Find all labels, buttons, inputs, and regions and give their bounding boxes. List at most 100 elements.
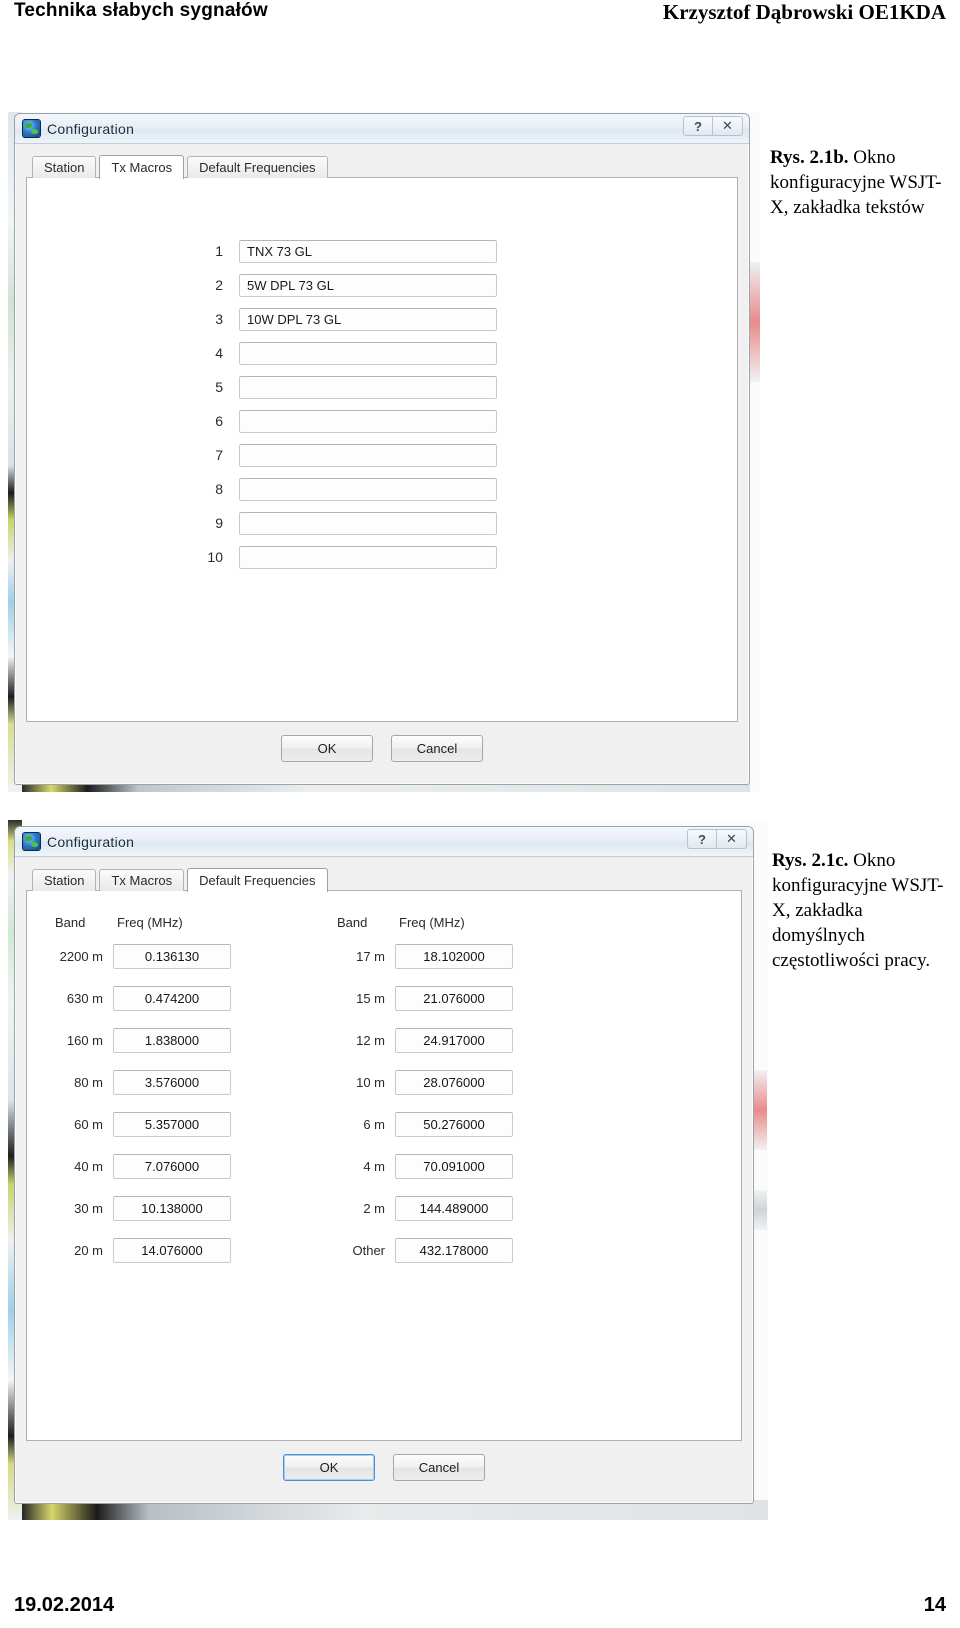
macro-index: 6 [215,413,223,429]
dialog2-tabstrip[interactable]: Station Tx Macros Default Frequencies [26,867,742,892]
band-label: 160 m [66,1032,103,1048]
page-footer: 19.02.2014 14 [0,1590,960,1620]
macro-input-5[interactable] [239,375,497,399]
band-label: 20 m [74,1242,103,1258]
dialog1-title: Configuration [47,120,135,137]
frequency-column-left-header: Band Freq (MHz) [55,909,233,935]
band-label: 40 m [74,1158,103,1174]
dialog1-button-bar: OK Cancel [26,722,738,774]
freq-input-6m[interactable]: 50.276000 [395,1111,513,1137]
band-label: 2200 m [59,948,103,964]
freq-input-15m[interactable]: 21.076000 [395,985,513,1011]
tab-station[interactable]: Station [32,156,97,178]
macro-index: 5 [215,379,223,395]
band-label: 30 m [74,1200,103,1216]
freq-input-40m[interactable]: 7.076000 [113,1153,231,1179]
freq-input-30m[interactable]: 10.138000 [113,1195,231,1221]
dialog2-titlebar-buttons[interactable]: ? ✕ [687,829,747,849]
freq-input-12m[interactable]: 24.917000 [395,1027,513,1053]
frequency-column-right: Band Freq (MHz) 17 m 18.102000 15 m 21.0… [337,909,515,1271]
macro-row: 5 [205,370,497,404]
figure-caption-1-ref: Rys. 2.1b. [770,147,849,168]
footer-date: 19.02.2014 [14,1593,115,1616]
table-row: Other 432.178000 [337,1229,515,1271]
freq-input-17m[interactable]: 18.102000 [395,943,513,969]
band-label: 12 m [356,1032,385,1048]
table-row: 630 m 0.474200 [55,977,233,1019]
dialog1-titlebar-buttons[interactable]: ? ✕ [683,116,743,136]
page-header: Technika słabych sygnałów Krzysztof Dąbr… [0,0,960,34]
macro-input-1[interactable]: TNX 73 GL [239,239,497,263]
dialog1-body: Station Tx Macros Default Frequencies 1 … [15,144,749,784]
footer-page-number: 14 [923,1593,946,1616]
tab-default-frequencies[interactable]: Default Frequencies [187,156,328,178]
freq-input-2200m[interactable]: 0.136130 [113,943,231,969]
macro-row: 6 [205,404,497,438]
table-row: 17 m 18.102000 [337,935,515,977]
figure-caption-2-ref: Rys. 2.1c. [772,850,849,871]
scan-right-noise-3 [754,1190,767,1230]
table-row: 80 m 3.576000 [55,1061,233,1103]
table-row: 40 m 7.076000 [55,1145,233,1187]
band-header: Band [55,914,86,930]
ok-button[interactable]: OK [281,734,373,762]
macro-input-4[interactable] [239,341,497,365]
help-icon[interactable]: ? [683,116,713,136]
tab-tx-macros[interactable]: Tx Macros [99,155,185,179]
table-row: 160 m 1.838000 [55,1019,233,1061]
freq-input-630m[interactable]: 0.474200 [113,985,231,1011]
close-icon[interactable]: ✕ [713,116,743,136]
close-icon[interactable]: ✕ [717,829,747,849]
macro-input-8[interactable] [239,477,497,501]
default-frequencies-panel: Band Freq (MHz) 2200 m 0.136130 630 m 0.… [26,890,742,1441]
tab-tx-macros[interactable]: Tx Macros [99,869,185,891]
macro-row: 8 [205,472,497,506]
band-label: 10 m [356,1074,385,1090]
macro-input-3[interactable]: 10W DPL 73 GL [239,307,497,331]
freq-input-60m[interactable]: 5.357000 [113,1111,231,1137]
macro-row: 2 5W DPL 73 GL [205,268,497,302]
macro-index: 1 [215,243,223,259]
macro-input-7[interactable] [239,443,497,467]
macro-row: 7 [205,438,497,472]
band-label: 4 m [363,1158,385,1174]
cancel-button[interactable]: Cancel [391,734,483,762]
freq-input-160m[interactable]: 1.838000 [113,1027,231,1053]
macro-list: 1 TNX 73 GL 2 5W DPL 73 GL 3 10W DPL 73 … [205,234,497,574]
ok-button[interactable]: OK [283,1453,375,1481]
freq-header: Freq (MHz) [117,914,183,930]
band-label: 630 m [66,990,103,1006]
band-label: 17 m [356,948,385,964]
cancel-button[interactable]: Cancel [393,1453,485,1481]
freq-input-2m[interactable]: 144.489000 [395,1195,513,1221]
macro-input-2[interactable]: 5W DPL 73 GL [239,273,497,297]
dialog1-tabstrip[interactable]: Station Tx Macros Default Frequencies [26,154,738,179]
tab-default-frequencies[interactable]: Default Frequencies [187,868,328,892]
dialog1-titlebar[interactable]: Configuration ? ✕ [15,114,749,144]
band-label: 6 m [363,1116,385,1132]
figure-caption-1: Rys. 2.1b. Okno konfiguracyjne WSJT-X, z… [770,145,950,220]
macro-input-6[interactable] [239,409,497,433]
macro-input-10[interactable] [239,545,497,569]
freq-input-4m[interactable]: 70.091000 [395,1153,513,1179]
tab-station[interactable]: Station [32,869,97,891]
macro-index: 9 [215,515,223,531]
macro-row: 1 TNX 73 GL [205,234,497,268]
configuration-dialog-default-frequencies[interactable]: Configuration ? ✕ Station Tx Macros Defa… [14,826,754,1504]
table-row: 30 m 10.138000 [55,1187,233,1229]
freq-input-other[interactable]: 432.178000 [395,1237,513,1263]
macro-index: 10 [207,549,223,565]
table-row: 20 m 14.076000 [55,1229,233,1271]
macro-index: 2 [215,277,223,293]
macro-index: 8 [215,481,223,497]
dialog2-titlebar[interactable]: Configuration ? ✕ [15,827,753,857]
help-icon[interactable]: ? [687,829,717,849]
scan-right-noise-2 [754,1070,767,1150]
macro-input-9[interactable] [239,511,497,535]
freq-input-80m[interactable]: 3.576000 [113,1069,231,1095]
macro-row: 3 10W DPL 73 GL [205,302,497,336]
freq-input-10m[interactable]: 28.076000 [395,1069,513,1095]
freq-input-20m[interactable]: 14.076000 [113,1237,231,1263]
configuration-dialog-tx-macros[interactable]: Configuration ? ✕ Station Tx Macros Defa… [14,113,750,785]
globe-icon [23,833,40,850]
